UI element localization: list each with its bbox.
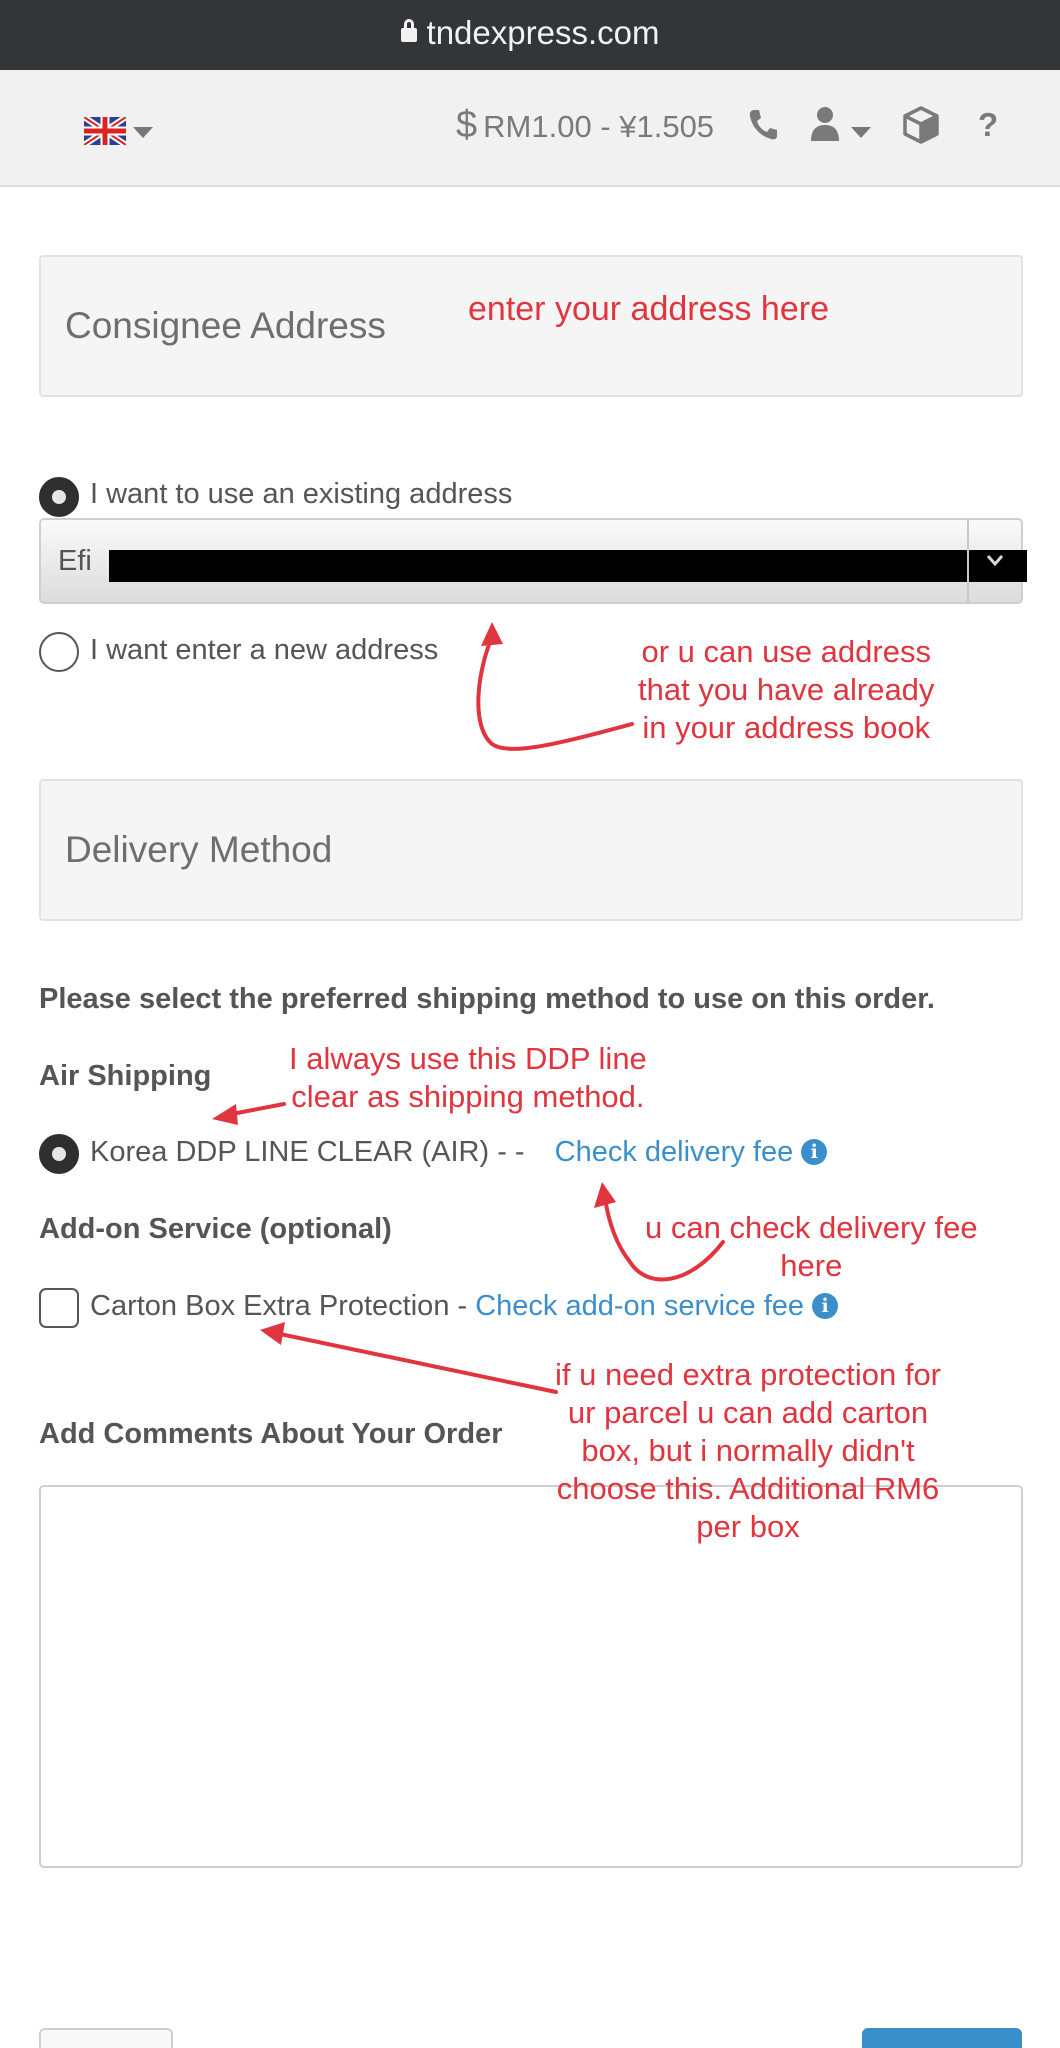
arrow-to-korea-ddp xyxy=(230,1102,286,1116)
annotation-delivery-fee: u can check delivery fee here xyxy=(645,1210,978,1283)
arrowhead xyxy=(594,1182,616,1208)
annotation-address: enter your address here xyxy=(468,290,829,328)
annotation-existing-address: or u can use address that you have alrea… xyxy=(638,634,935,745)
arrowhead xyxy=(260,1322,285,1345)
annotation-ddp: I always use this DDP line clear as ship… xyxy=(289,1041,647,1114)
annotation-carton-box: if u need extra protection for ur parcel… xyxy=(555,1357,942,1544)
arrow-to-carton-box xyxy=(278,1332,558,1394)
arrowhead xyxy=(481,622,503,646)
arrow-to-select xyxy=(476,635,634,751)
arrowhead xyxy=(212,1104,238,1125)
